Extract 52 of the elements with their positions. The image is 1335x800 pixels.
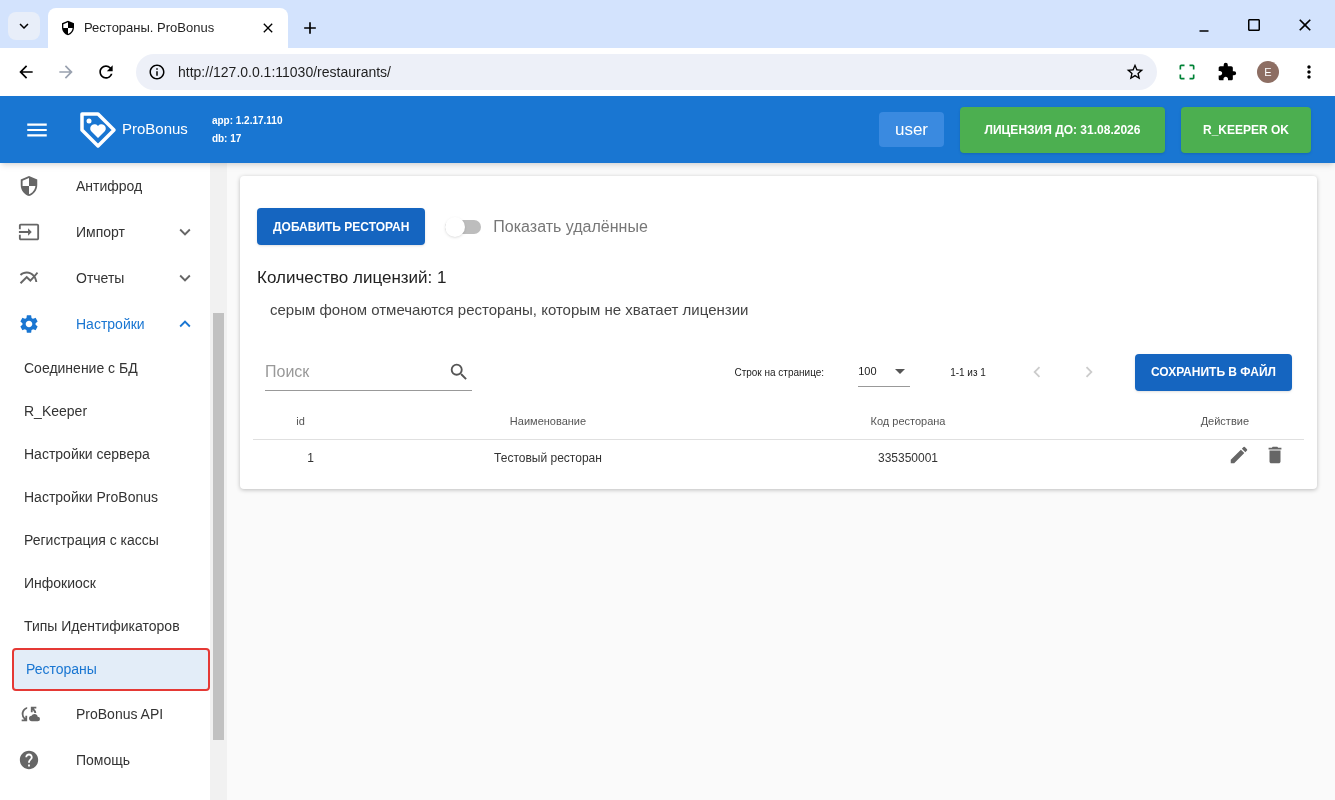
rows-per-page-select[interactable]: 100 [858,357,911,387]
rows-per-page-label: Строк на странице: [734,365,825,380]
license-count: Количество лицензий: 1 [256,267,448,289]
tag-heart-icon [78,109,118,150]
toggle-label: Показать удалённые [493,216,648,237]
sidebar-item[interactable]: ProBonus API [12,691,210,737]
gear-icon [18,313,40,335]
shield-icon [18,175,40,197]
sidebar-scrollbar[interactable] [210,163,227,800]
sidebar-subitem[interactable]: Рестораны [12,648,210,691]
save-to-file-button[interactable]: СОХРАНИТЬ В ФАЙЛ [1134,353,1292,391]
sidebar-subitem[interactable]: Регистрация с кассы [12,519,210,562]
sidebar-subitem[interactable]: Настройки ProBonus [12,476,210,519]
sidebar-subitem[interactable]: R_Keeper [12,390,210,433]
table-cell: Тестовый ресторан [348,439,748,477]
address-bar[interactable]: http://127.0.0.1:11030/restaurants/ [136,54,1157,90]
show-deleted-toggle[interactable] [445,219,482,234]
db-version: db: 17 [211,131,243,146]
column-header[interactable]: Действие [1068,403,1304,439]
tab-list-button[interactable] [8,12,40,40]
logo-text: ProBonus [122,119,188,140]
puzzle-icon[interactable] [1217,62,1237,82]
table-cell: 1 [253,439,348,477]
license-note: серым фоном отмечаются рестораны, которым не хватает лицензии [269,299,750,320]
import-icon [18,221,40,243]
page-range: 1-1 из 1 [950,365,986,380]
info-icon[interactable] [148,63,166,81]
sidebar-item[interactable]: Импорт [12,209,210,255]
user-button[interactable]: user [878,112,944,147]
app-version: app: 1.2.17.110 [211,113,283,128]
column-header[interactable]: Наименование [348,403,748,439]
star-icon[interactable] [1125,62,1145,82]
reload-icon[interactable] [96,62,116,82]
profile-avatar[interactable]: E [1257,61,1279,83]
column-header[interactable]: Код ресторана [748,403,1068,439]
column-header[interactable]: id [253,403,348,439]
search-icon[interactable] [448,361,470,383]
help-icon [18,749,40,771]
sidebar-subitem[interactable]: Соединение с БД [12,347,210,390]
dropdown-caret-icon [895,369,906,374]
maximize-icon[interactable] [1245,16,1263,34]
sidebar-subitem[interactable]: Инфокиоск [12,562,210,605]
browser-tab[interactable]: Рестораны. ProBonus [48,8,288,48]
sidebar-item[interactable]: Помощь [12,737,210,783]
sidebar-item[interactable]: Настройки [12,301,210,347]
add-restaurant-button[interactable]: ДОБАВИТЬ РЕСТОРАН [257,208,426,245]
screen-icon[interactable] [1177,62,1197,82]
table-cell: 335350001 [748,439,1068,477]
sidebar-item[interactable]: Антифрод [12,163,210,209]
sidebar-item[interactable]: Отчеты [12,255,210,301]
sidebar-subitem[interactable]: Настройки сервера [12,433,210,476]
sidebar-subitem[interactable]: Типы Идентификаторов [12,605,210,648]
